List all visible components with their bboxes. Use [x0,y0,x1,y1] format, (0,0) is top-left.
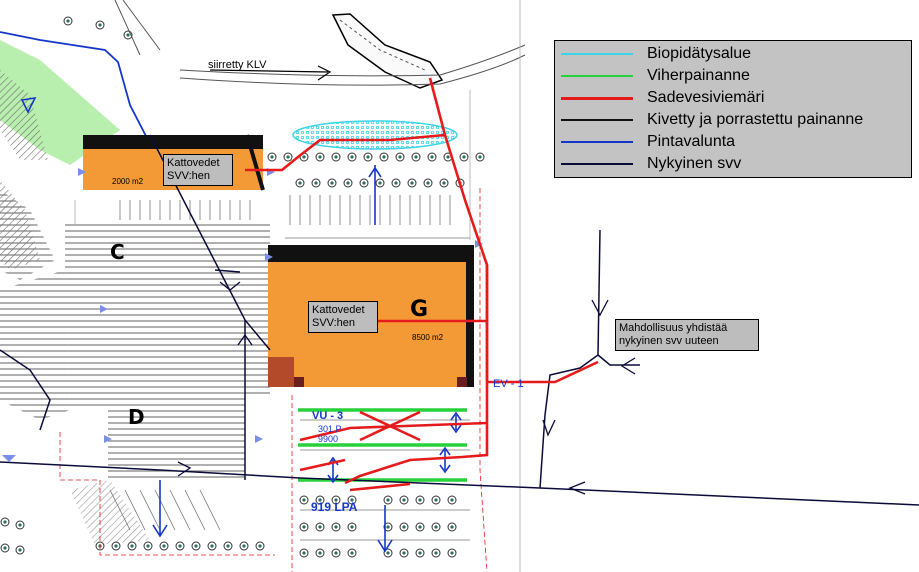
building-g-label: G [410,297,429,322]
ev-label: EV - 1 [493,378,524,390]
legend-item-bioretention: Biopidätysalue [555,43,911,65]
roof-note-g-line1: Kattovedet [312,304,365,316]
connect-note-line2: nykyinen svv uuteen [619,335,719,347]
vu-label: VU - 3 [312,410,344,422]
connect-note-line1: Mahdollisuus yhdistää [619,322,728,334]
legend-swatch [561,53,633,55]
map-legend: Biopidätysalue Viherpainanne Sadevesivie… [554,40,912,178]
legend-label: Biopidätysalue [647,45,752,62]
lpa-label: 919 LPA [311,500,358,514]
legend-item-green-swale: Viherpainanne [555,65,911,87]
roof-water-note-g: Kattovedet SVV:hen [308,301,378,333]
legend-swatch [561,97,633,100]
klv-label: siirretty KLV [208,59,267,71]
connect-sewer-note: Mahdollisuus yhdistää nykyinen svv uutee… [615,319,759,351]
legend-swatch [561,75,633,77]
legend-item-stone-ditch: Kivetty ja porrastettu painanne [555,109,911,131]
legend-label: Nykyinen svv [647,155,742,172]
parking-num-label: 9900 [318,434,339,444]
area-g-label: 8500 m2 [412,333,444,342]
building-cd-hatched [0,190,270,545]
roof-note-g-line2: SVV:hen [312,317,356,329]
legend-item-storm-sewer: Sadevesiviemäri [555,87,911,109]
legend-label: Pintavalunta [647,133,736,150]
legend-label: Kivetty ja porrastettu painanne [647,111,864,128]
parking-p-label: 301 P [318,424,342,434]
roof-water-note-small: Kattovedet SVV:hen [163,154,233,186]
roof-note-line1: Kattovedet [167,157,220,169]
stone-ditch [331,13,444,89]
building-c-label: C [110,240,125,264]
roof-note-line2: SVV:hen [167,170,211,182]
legend-label: Viherpainanne [647,67,750,84]
legend-swatch [561,163,633,165]
area-small-label: 2000 m2 [112,177,144,186]
legend-item-surface-runoff: Pintavalunta [555,131,911,153]
legend-label: Sadevesiviemäri [647,89,765,106]
legend-swatch [561,141,633,143]
tree-row-top [63,16,133,40]
legend-swatch [561,119,633,121]
legend-item-existing-sewer: Nykyinen svv [555,153,911,175]
building-d-label: D [128,405,145,429]
